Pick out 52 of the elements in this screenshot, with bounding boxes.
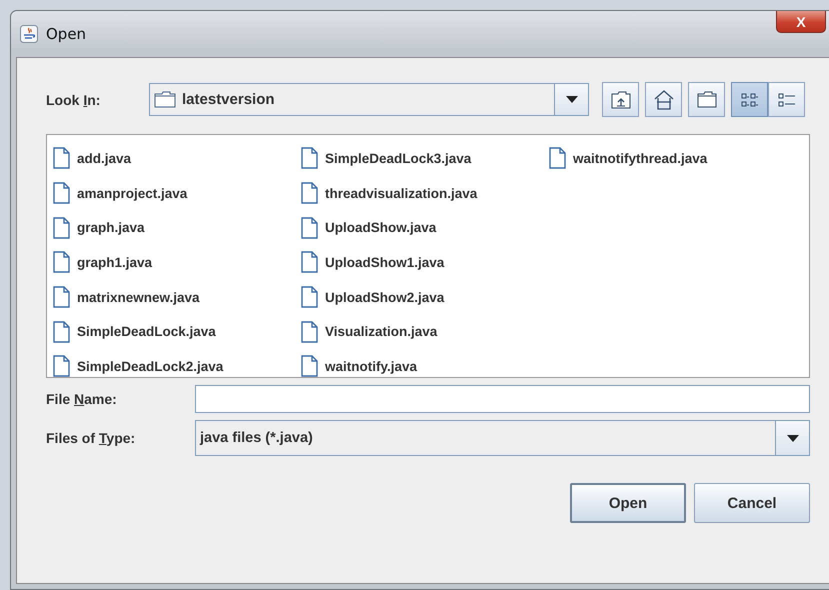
- folder-icon: [154, 91, 176, 108]
- file-icon: [53, 147, 70, 170]
- look-in-dropdown[interactable]: latestversion: [149, 83, 589, 116]
- file-item[interactable]: Visualization.java: [301, 314, 549, 350]
- up-folder-button[interactable]: [602, 82, 639, 117]
- window-title: Open: [46, 25, 86, 43]
- file-name-label: File Name:: [46, 391, 118, 407]
- file-item[interactable]: waitnotifythread.java: [549, 141, 809, 176]
- file-item[interactable]: SimpleDeadLock3.java: [301, 141, 549, 176]
- dropdown-arrow-icon: [786, 434, 798, 442]
- file-icon: [301, 216, 318, 239]
- file-icon: [53, 182, 70, 204]
- file-item[interactable]: waitnotify.java: [301, 349, 549, 384]
- file-icon: [301, 320, 318, 343]
- cup-icon: [20, 25, 38, 43]
- file-item[interactable]: add.java: [53, 141, 301, 176]
- open-button[interactable]: Open: [570, 483, 686, 523]
- file-item[interactable]: graph1.java: [53, 245, 301, 280]
- file-icon: [301, 286, 318, 308]
- file-item[interactable]: UploadShow.java: [301, 210, 549, 246]
- file-item[interactable]: UploadShow2.java: [301, 280, 549, 314]
- details-view-icon: [778, 92, 796, 108]
- file-type-dropdown[interactable]: java files (*.java): [195, 420, 810, 456]
- file-type-label: Files of Type:: [46, 430, 136, 446]
- look-in-label: Look In:: [46, 92, 102, 108]
- file-item[interactable]: SimpleDeadLock2.java: [53, 349, 301, 384]
- file-icon: [549, 147, 566, 170]
- file-icon: [301, 147, 318, 170]
- dropdown-arrow-icon: [566, 96, 578, 103]
- folder-up-icon: [610, 90, 630, 108]
- file-icon: [301, 182, 318, 204]
- file-icon: [53, 320, 70, 343]
- home-button[interactable]: [645, 82, 682, 117]
- file-item[interactable]: matrixnewnew.java: [53, 280, 301, 314]
- folder-icon: [696, 91, 716, 108]
- file-item[interactable]: threadvisualization.java: [301, 176, 549, 210]
- file-item[interactable]: UploadShow1.java: [301, 245, 549, 280]
- new-folder-button[interactable]: [688, 82, 725, 117]
- file-name-field[interactable]: [195, 385, 810, 413]
- file-icon: [53, 216, 70, 239]
- file-icon: [53, 251, 70, 274]
- cancel-button[interactable]: Cancel: [694, 483, 810, 523]
- file-icon: [53, 286, 70, 308]
- file-item[interactable]: graph.java: [53, 210, 301, 246]
- file-item[interactable]: SimpleDeadLock.java: [53, 314, 301, 350]
- list-view-button[interactable]: [731, 82, 768, 117]
- file-item[interactable]: amanproject.java: [53, 176, 301, 210]
- details-view-button[interactable]: [768, 82, 805, 117]
- close-button[interactable]: X: [776, 11, 826, 33]
- file-icon: [301, 251, 318, 274]
- home-icon: [654, 90, 674, 110]
- list-view-icon: [740, 92, 758, 108]
